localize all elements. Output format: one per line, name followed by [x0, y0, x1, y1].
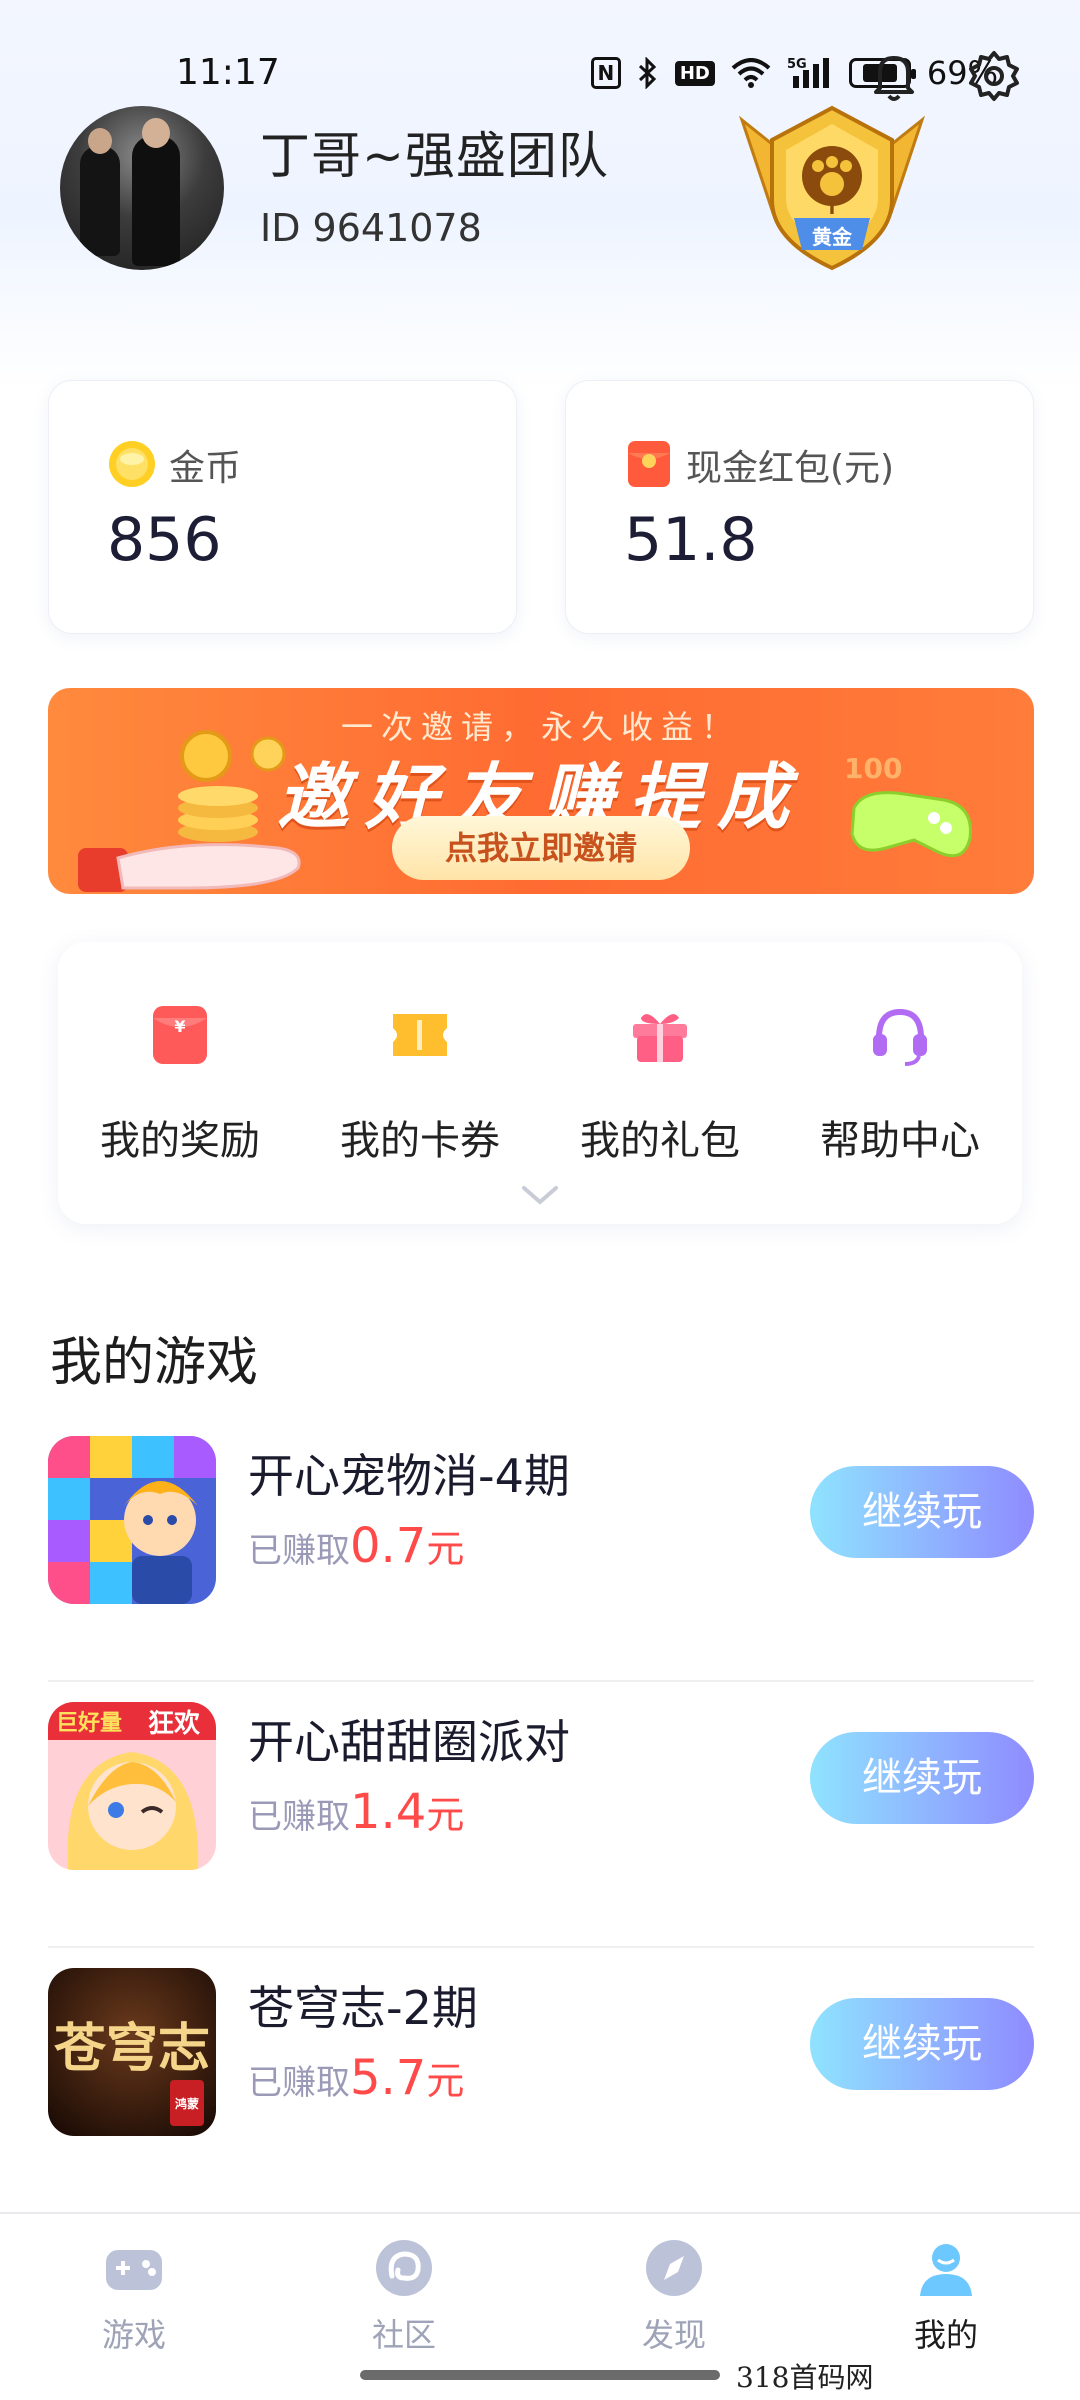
icon-text: 狂欢: [148, 1709, 201, 1739]
quick-item-label: 我的卡券: [340, 1118, 500, 1164]
game-earnings: 已赚取1.4元: [248, 1784, 464, 1840]
user-id: ID 9641078: [260, 206, 482, 250]
quick-actions-panel: ¥ 我的奖励 我的卡券 我的礼包 帮助中心: [58, 942, 1022, 1224]
avatar[interactable]: [60, 106, 224, 270]
bell-icon[interactable]: [864, 46, 924, 106]
bluetooth-icon: [637, 57, 659, 89]
profile-header: 丁哥~强盛团队 ID 9641078 I 黄金: [60, 105, 1020, 276]
my-games-title: 我的游戏: [50, 1333, 259, 1393]
icon-text: 鸿蒙: [175, 2096, 199, 2111]
wallet-cards: 金币 856 现金红包(元) 51.8: [48, 380, 1034, 634]
coin-icon: [109, 441, 155, 487]
game-row[interactable]: 巨好量 狂欢 开心甜甜圈派对 已赚取1.4元 继续玩: [48, 1682, 1034, 1948]
game-title: 开心甜甜圈派对: [248, 1715, 570, 1769]
gamepad-deco-icon: 100: [844, 752, 972, 858]
quick-item-help[interactable]: 帮助中心: [790, 1002, 1010, 1166]
profile-icon: [920, 2244, 972, 2296]
earn-prefix: 已赚取: [248, 1531, 350, 1571]
gamepad-icon: [106, 2250, 162, 2290]
coins-card[interactable]: 金币 856: [48, 380, 517, 634]
continue-play-button[interactable]: 继续玩: [810, 1466, 1034, 1558]
avatar-figure: [80, 146, 120, 256]
header-actions: [864, 46, 1024, 106]
earn-amount: 1.4: [350, 1784, 427, 1840]
invite-button[interactable]: 点我立即邀请: [392, 816, 690, 880]
game-title: 苍穹志-2期: [248, 1981, 478, 2035]
nav-tab-me[interactable]: 我的: [876, 2236, 1016, 2356]
quick-item-label: 我的礼包: [580, 1118, 740, 1164]
compass-icon: [646, 2240, 702, 2296]
chevron-down-icon[interactable]: [520, 1184, 560, 1208]
icon-text: 巨好量: [56, 1710, 122, 1736]
game-earnings: 已赚取0.7元: [248, 1518, 464, 1574]
quick-item-label: 我的奖励: [100, 1118, 260, 1164]
ticket-icon: [393, 1014, 447, 1056]
game-earnings: 已赚取5.7元: [248, 2050, 464, 2106]
game-row[interactable]: 苍穹志 鸿蒙 苍穹志-2期 已赚取5.7元 继续玩: [48, 1948, 1034, 2214]
nav-label: 发现: [641, 2316, 706, 2354]
avatar-figure: [142, 118, 170, 148]
game-icon-cangqiong: 苍穹志 鸿蒙: [48, 1968, 216, 2136]
watermark: 318首码网 www.e318.com: [730, 2356, 1080, 2400]
cash-label: 现金红包(元): [686, 448, 895, 489]
earn-amount: 5.7: [350, 2050, 427, 2106]
game-icon-pet: [48, 1436, 216, 1604]
quick-item-coupons[interactable]: 我的卡券: [310, 1002, 530, 1166]
wifi-icon: [731, 58, 771, 88]
nav-label: 游戏: [101, 2316, 166, 2354]
username: 丁哥~强盛团队: [260, 127, 609, 185]
game-row[interactable]: 开心宠物消-4期 已赚取0.7元 继续玩: [48, 1416, 1034, 1682]
badge-rank: I: [829, 198, 836, 219]
red-envelope-icon: ¥: [153, 1006, 207, 1064]
continue-play-button[interactable]: 继续玩: [810, 1732, 1034, 1824]
earn-unit: 元: [426, 2059, 465, 2103]
hd-icon: HD: [674, 60, 715, 86]
svg-text:¥: ¥: [174, 1017, 185, 1036]
earn-unit: 元: [426, 1793, 465, 1837]
earn-prefix: 已赚取: [248, 1797, 350, 1837]
invite-banner[interactable]: 一次邀请，永久收益！ 邀好友赚提成 点我立即邀请 100: [48, 688, 1034, 894]
status-time: 11:17: [176, 52, 280, 93]
coins-value: 856: [107, 505, 222, 575]
quick-item-rewards[interactable]: ¥ 我的奖励: [70, 1002, 290, 1166]
earn-unit: 元: [426, 1527, 465, 1571]
earn-prefix: 已赚取: [248, 2063, 350, 2103]
nav-tab-games[interactable]: 游戏: [64, 2236, 204, 2356]
gear-icon[interactable]: [964, 46, 1024, 106]
game-icon-donut: 巨好量 狂欢: [48, 1702, 216, 1870]
game-title: 开心宠物消-4期: [248, 1449, 570, 1503]
cash-value: 51.8: [624, 505, 758, 575]
nfc-icon: N: [590, 57, 621, 89]
home-indicator[interactable]: [360, 2370, 720, 2380]
coins-label: 金币: [169, 448, 242, 489]
banner-deco-text: 100: [844, 752, 902, 785]
quick-item-gifts[interactable]: 我的礼包: [550, 1002, 770, 1166]
badge-label: 黄金: [812, 225, 853, 249]
red-envelope-icon: [628, 441, 670, 487]
cash-card[interactable]: 现金红包(元) 51.8: [565, 380, 1034, 634]
nav-tab-discover[interactable]: 发现: [604, 2236, 744, 2356]
nav-tab-community[interactable]: 社区: [334, 2236, 474, 2356]
avatar-figure: [132, 136, 180, 266]
signal-icon: 5G: [787, 56, 833, 90]
continue-play-button[interactable]: 继续玩: [810, 1998, 1034, 2090]
nav-label: 我的: [913, 2316, 978, 2354]
nav-label: 社区: [371, 2316, 436, 2354]
community-icon: [376, 2240, 432, 2296]
gift-icon: [633, 1014, 687, 1062]
gold-rank-badge-icon[interactable]: I 黄金: [732, 100, 932, 280]
headset-icon: [873, 1008, 927, 1066]
icon-text: 苍穹志: [54, 2018, 210, 2079]
earn-amount: 0.7: [350, 1518, 427, 1574]
quick-item-label: 帮助中心: [820, 1118, 980, 1164]
svg-text:5G: 5G: [787, 57, 807, 72]
status-bar: 11:17 N HD 5G 69%: [0, 51, 1080, 101]
avatar-figure: [88, 128, 112, 154]
